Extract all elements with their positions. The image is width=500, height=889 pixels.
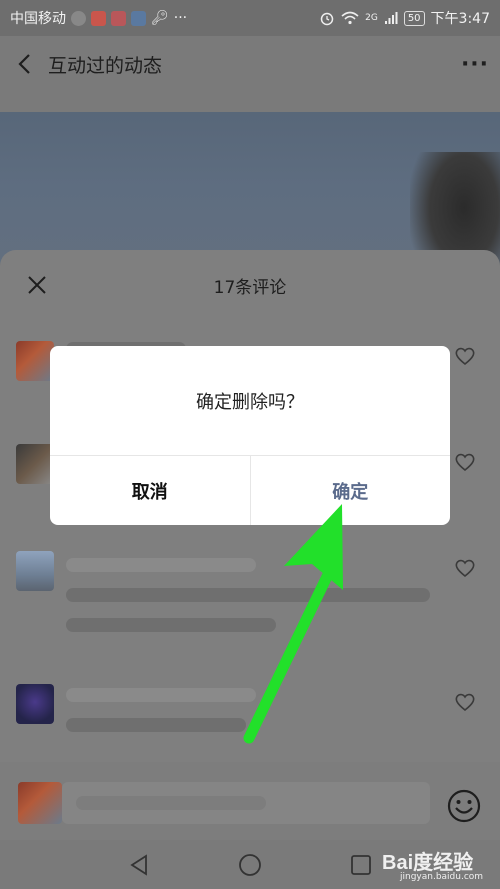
comment-text — [66, 618, 276, 632]
close-icon[interactable] — [22, 270, 52, 300]
key-icon: 🔑︎ — [151, 10, 169, 26]
watermark-url: jingyan.baidu.com — [400, 872, 484, 882]
baidu-jingyan-watermark: Bai度经验 jingyan.baidu.com — [382, 846, 498, 886]
avatar — [18, 782, 62, 824]
alarm-icon — [320, 12, 334, 26]
comment-text — [66, 718, 246, 732]
battery-icon: 50 — [403, 10, 425, 26]
delete-confirm-dialog: 确定删除吗？ 取消 确定 — [50, 346, 450, 525]
status-bar: 中国移动 🔑︎ ··· 2G 50 下午3:47 — [0, 0, 500, 36]
dialog-message: 确定删除吗？ — [50, 346, 450, 456]
page-title: 互动过的动态 — [48, 54, 163, 77]
clock: 下午3:47 — [430, 11, 490, 27]
cancel-button[interactable]: 取消 — [50, 456, 251, 525]
comment-input-bar — [0, 762, 500, 840]
emoji-icon[interactable] — [446, 788, 482, 824]
overflow-indicator: ··· — [173, 10, 188, 26]
comment-text — [66, 588, 430, 602]
comment-input[interactable] — [62, 782, 430, 824]
watermark-brand: Bai度经验 — [382, 852, 474, 874]
comment-item[interactable] — [0, 546, 500, 676]
nav-home-icon[interactable] — [237, 852, 263, 878]
heart-icon[interactable] — [454, 346, 476, 366]
input-placeholder — [76, 796, 266, 810]
app-notification-icon — [111, 10, 126, 26]
comment-author — [66, 688, 256, 702]
nav-back-icon[interactable] — [126, 852, 152, 878]
back-button[interactable] — [0, 36, 48, 92]
avatar[interactable] — [16, 341, 54, 381]
notification-icon — [71, 10, 86, 26]
wifi-icon — [341, 11, 359, 25]
comment-item[interactable] — [0, 676, 500, 762]
heart-icon[interactable] — [454, 558, 476, 578]
comment-author — [66, 558, 256, 572]
avatar[interactable] — [16, 551, 54, 591]
heart-icon[interactable] — [454, 692, 476, 712]
avatar[interactable] — [16, 684, 54, 724]
confirm-button[interactable]: 确定 — [251, 456, 451, 525]
more-icon: ··· — [460, 51, 490, 77]
more-button[interactable]: ··· — [450, 52, 500, 77]
network-type: 2G — [365, 13, 378, 23]
cloud-app-icon — [131, 10, 146, 26]
comment-count-title: 17条评论 — [213, 277, 287, 298]
back-arrow-icon — [18, 54, 30, 74]
heart-icon[interactable] — [454, 452, 476, 472]
avatar[interactable] — [16, 444, 54, 484]
photo-top-divider — [0, 92, 500, 112]
map-pin-icon — [91, 10, 106, 26]
sheet-header: 17条评论 — [0, 250, 500, 320]
dialog-actions: 取消 确定 — [50, 456, 450, 525]
signal-icon — [384, 12, 398, 24]
nav-recents-icon[interactable] — [348, 852, 374, 878]
app-header: 互动过的动态 ··· — [0, 36, 500, 92]
carrier-label: 中国移动 — [10, 11, 66, 27]
